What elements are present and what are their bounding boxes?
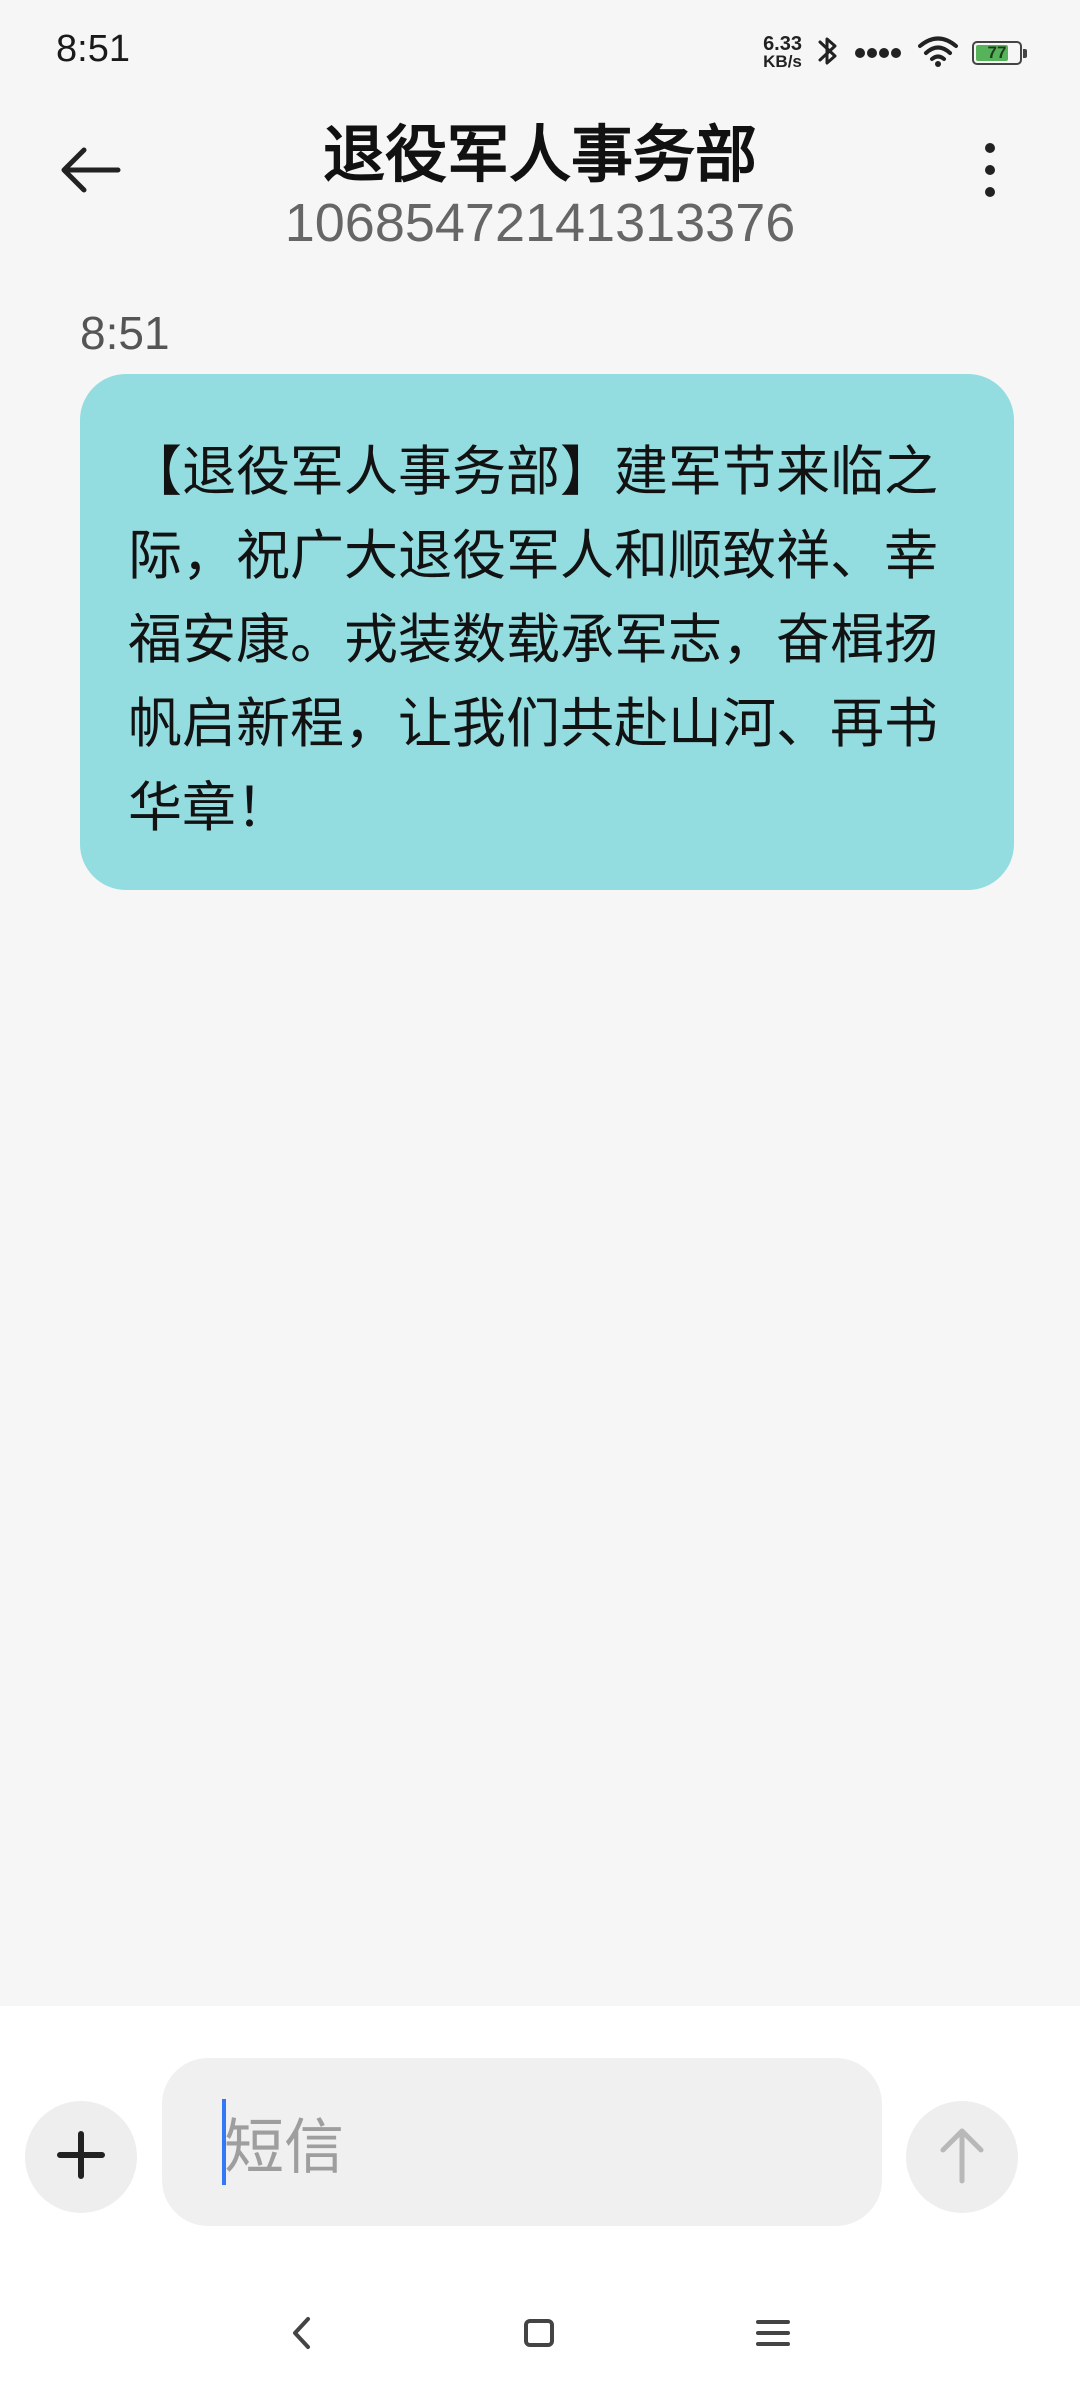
message-text: 【退役军人事务部】建军节来临之际，祝广大退役军人和顺致祥、幸福安康。戎装数载承军… (128, 440, 938, 839)
conversation-header: 退役军人事务部 10685472141313376 (0, 100, 1080, 270)
system-navigation-bar (0, 2290, 1080, 2380)
chevron-left-icon (290, 2315, 314, 2355)
battery-icon: 77 (972, 41, 1027, 65)
contact-number: 10685472141313376 (284, 193, 796, 253)
square-icon (522, 2316, 556, 2354)
nav-recents-button[interactable] (733, 2300, 813, 2370)
wifi-icon (918, 35, 958, 71)
message-input[interactable]: 短信 (162, 2058, 882, 2226)
send-button[interactable] (906, 2101, 1018, 2213)
status-icons: 6.33 KB/s 77 (763, 30, 1027, 76)
battery-level: 77 (987, 43, 1007, 62)
back-button[interactable] (50, 132, 130, 212)
more-options-button[interactable] (950, 132, 1030, 212)
message-bubble[interactable]: 【退役军人事务部】建军节来临之际，祝广大退役军人和顺致祥、幸福安康。戎装数载承军… (80, 374, 1014, 890)
message-timestamp: 8:51 (80, 307, 170, 359)
more-vert-icon (984, 142, 996, 202)
message-input-placeholder: 短信 (224, 2112, 344, 2183)
arrow-left-icon (58, 146, 122, 198)
status-time: 8:51 (56, 28, 130, 70)
attach-button[interactable] (25, 2101, 137, 2213)
nav-home-button[interactable] (499, 2300, 579, 2370)
nav-back-button[interactable] (262, 2300, 342, 2370)
signal-dots-icon (854, 41, 904, 65)
network-speed-value: 6.33 (763, 33, 802, 55)
network-speed-unit: KB/s (763, 52, 802, 71)
status-bar: 8:51 6.33 KB/s 77 (0, 0, 1080, 100)
contact-name: 退役军人事务部 (322, 118, 757, 191)
plus-icon (56, 2130, 106, 2184)
bluetooth-icon (816, 32, 840, 74)
network-speed: 6.33 KB/s (763, 33, 802, 71)
menu-lines-icon (755, 2316, 791, 2354)
arrow-up-icon (937, 2125, 987, 2189)
